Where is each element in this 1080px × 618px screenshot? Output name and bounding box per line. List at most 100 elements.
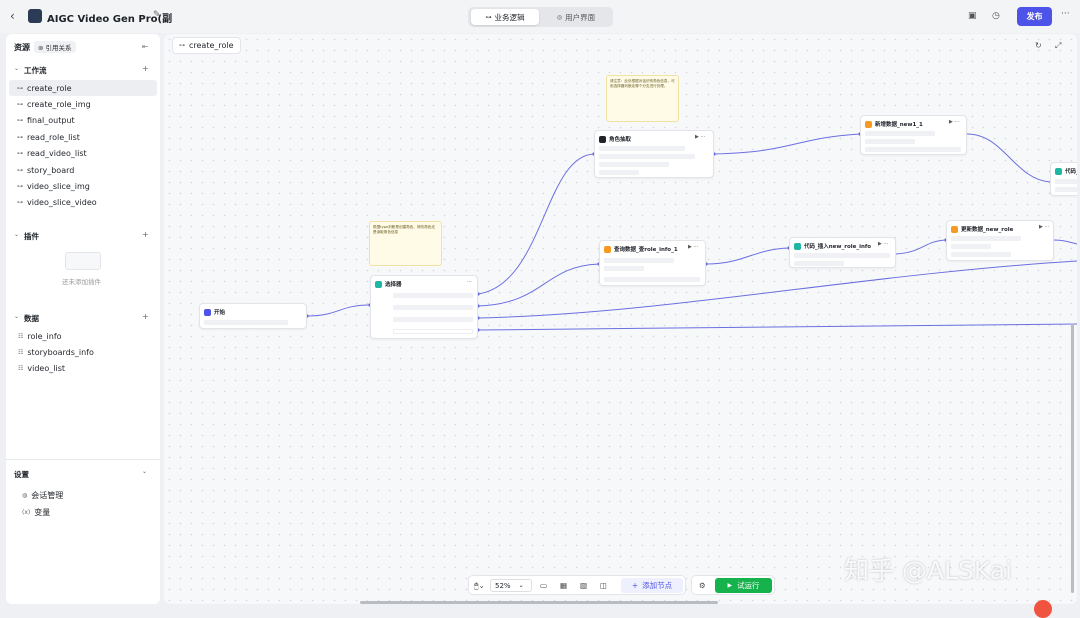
settings-item-session[interactable]: ◍ 会话管理 bbox=[22, 490, 63, 501]
data-item-storyboards-info[interactable]: ☷ storyboards_info bbox=[18, 348, 94, 357]
help-button[interactable] bbox=[1034, 600, 1052, 618]
workflow-item-story-board[interactable]: ⊶ story_board bbox=[9, 162, 157, 178]
edge-query-code bbox=[705, 247, 790, 265]
node-row bbox=[599, 146, 685, 151]
edge-role-extract-add bbox=[713, 133, 861, 155]
workflow-icon: ⊶ bbox=[17, 84, 23, 92]
node-row bbox=[204, 320, 288, 325]
node-selector[interactable]: 选择器 ··· bbox=[370, 275, 478, 339]
workflow-section-title: 工作流 bbox=[24, 66, 47, 75]
node-code[interactable]: 代码_插入new_role_info ▶ ··· bbox=[789, 237, 896, 268]
node-add-data[interactable]: 新增数据_new1_1 ▶ ··· bbox=[860, 115, 967, 155]
comment-icon[interactable]: ▭ bbox=[540, 581, 547, 590]
node-row bbox=[604, 277, 700, 282]
run-toolbar: ⚙ ▶ 试运行 bbox=[691, 575, 775, 595]
run-node-icon[interactable]: ▶ ··· bbox=[949, 119, 959, 125]
grid-layout-icon[interactable]: ▦ bbox=[560, 581, 567, 590]
workflow-item-create-role-img[interactable]: ⊶ create_role_img bbox=[9, 96, 157, 112]
edge-start-selector bbox=[306, 304, 371, 317]
workflow-item-read-role-list[interactable]: ⊶ read_role_list bbox=[9, 129, 157, 145]
settings-section-title: 设置 bbox=[14, 470, 29, 479]
image-icon[interactable]: ▧ bbox=[580, 581, 587, 590]
chevron-down-icon[interactable]: ⌄ bbox=[142, 468, 147, 475]
app-logo bbox=[28, 9, 42, 23]
zoom-select[interactable]: 52% ⌄ bbox=[490, 579, 532, 592]
chevron-down-icon[interactable]: ⌄ bbox=[14, 65, 19, 72]
save-icon[interactable]: ▣ bbox=[968, 11, 977, 21]
workflow-item-create-role[interactable]: ⊶ create_role bbox=[9, 80, 157, 96]
llm-node-icon bbox=[599, 135, 606, 143]
workflow-canvas[interactable]: ⊶ create_role ↻ ⤢ 请注意：此处根据对话识别角色信息，可用选择器… bbox=[164, 34, 1077, 604]
session-icon: ◍ bbox=[22, 492, 28, 499]
run-node-icon[interactable]: ▶ ··· bbox=[1039, 224, 1049, 230]
sidebar-divider bbox=[6, 459, 160, 460]
start-node-icon bbox=[204, 308, 211, 316]
workflow-icon: ⊶ bbox=[17, 133, 23, 141]
workflow-icon: ⊶ bbox=[17, 116, 23, 124]
top-bar: ‹ AIGC Video Gen Pro(副 ✎ ⊶ 业务逻辑 ◎ 用户界面 ▣… bbox=[0, 0, 1080, 33]
tab-business-logic[interactable]: ⊶ 业务逻辑 bbox=[471, 9, 539, 25]
workflow-icon: ⊶ bbox=[17, 198, 23, 206]
node-start[interactable]: 开始 bbox=[199, 303, 307, 329]
workflow-icon: ⊶ bbox=[17, 182, 23, 190]
node-update-data[interactable]: 更新数据_new_role ▶ ··· bbox=[946, 220, 1054, 261]
node-row bbox=[1055, 179, 1077, 184]
mouse-mode-icon[interactable]: 🖱⌄ bbox=[474, 581, 485, 591]
debug-tool-icon[interactable]: ⚙ bbox=[699, 581, 706, 590]
settings-item-variables[interactable]: (x) 变量 bbox=[22, 507, 50, 518]
node-row bbox=[393, 329, 473, 334]
add-workflow-icon[interactable]: + bbox=[142, 64, 149, 73]
resources-title: 资源 bbox=[14, 43, 30, 52]
minimap-icon[interactable]: ◫ bbox=[600, 581, 607, 590]
references-tab[interactable]: ⊚ 引用关系 bbox=[34, 41, 76, 53]
node-row bbox=[794, 253, 890, 258]
note-card[interactable]: 根据type判断是创建角色、修改角色还是读取角色信息 bbox=[369, 221, 442, 266]
more-icon[interactable]: ··· bbox=[467, 279, 472, 285]
note-card[interactable]: 请注意：此处根据对话识别角色信息，可用选择器判断走哪个分支进行处理。 bbox=[606, 75, 679, 122]
node-code-right[interactable]: 代码_ bbox=[1050, 162, 1077, 196]
database-icon: ☷ bbox=[18, 333, 24, 340]
edge-selector-role-extract bbox=[477, 153, 595, 295]
node-role-extract[interactable]: 角色抽取 ▶ ··· bbox=[594, 130, 714, 178]
run-node-icon[interactable]: ▶ ··· bbox=[695, 134, 705, 140]
workflow-item-read-video-list[interactable]: ⊶ read_video_list bbox=[9, 145, 157, 161]
publish-button[interactable]: 发布 bbox=[1017, 7, 1052, 26]
node-row bbox=[393, 305, 473, 310]
edge-selector-far-2 bbox=[477, 323, 1077, 331]
node-row bbox=[1055, 187, 1077, 192]
data-item-video-list[interactable]: ☷ video_list bbox=[18, 364, 65, 373]
tab-user-interface[interactable]: ◎ 用户界面 bbox=[542, 9, 610, 25]
plugin-empty-illustration bbox=[65, 252, 101, 270]
play-icon: ▶ bbox=[727, 582, 733, 589]
add-node-button[interactable]: + 添加节点 bbox=[621, 578, 683, 593]
view-tabs: ⊶ 业务逻辑 ◎ 用户界面 bbox=[468, 7, 613, 27]
add-data-icon[interactable]: + bbox=[142, 312, 149, 321]
collapse-sidebar-icon[interactable]: ⇤ bbox=[142, 42, 148, 51]
plugins-section-title: 插件 bbox=[24, 232, 39, 241]
node-query-data[interactable]: 查询数据_查role_info_1 ▶ ··· bbox=[599, 240, 706, 286]
node-row bbox=[599, 170, 639, 175]
add-plugin-icon[interactable]: + bbox=[142, 230, 149, 239]
edge-update-right bbox=[1053, 239, 1077, 245]
back-arrow-icon[interactable]: ‹ bbox=[10, 9, 15, 23]
vertical-scrollbar[interactable] bbox=[1071, 323, 1074, 593]
edit-icon[interactable]: ✎ bbox=[153, 10, 161, 20]
run-node-icon[interactable]: ▶ ··· bbox=[878, 241, 888, 247]
workflow-item-video-slice-img[interactable]: ⊶ video_slice_img bbox=[9, 178, 157, 194]
test-run-button[interactable]: ▶ 试运行 bbox=[715, 578, 772, 593]
workflow-item-final-output[interactable]: ⊶ final_output bbox=[9, 112, 157, 128]
node-row bbox=[865, 131, 935, 136]
data-item-role-info[interactable]: ☷ role_info bbox=[18, 332, 62, 341]
history-icon[interactable]: ◷ bbox=[992, 11, 1000, 21]
horizontal-scrollbar[interactable] bbox=[360, 601, 718, 604]
chevron-down-icon[interactable]: ⌄ bbox=[14, 231, 19, 238]
node-row bbox=[604, 266, 644, 271]
run-node-icon[interactable]: ▶ ··· bbox=[688, 244, 698, 250]
link-icon: ⊚ bbox=[38, 44, 46, 52]
chevron-down-icon[interactable]: ⌄ bbox=[14, 313, 19, 320]
workflow-item-video-slice-video[interactable]: ⊶ video_slice_video bbox=[9, 194, 157, 210]
selector-node-icon bbox=[375, 280, 382, 288]
node-row bbox=[951, 252, 1011, 257]
more-icon[interactable]: ··· bbox=[1061, 9, 1070, 19]
chevron-down-icon: ⌄ bbox=[518, 582, 524, 589]
